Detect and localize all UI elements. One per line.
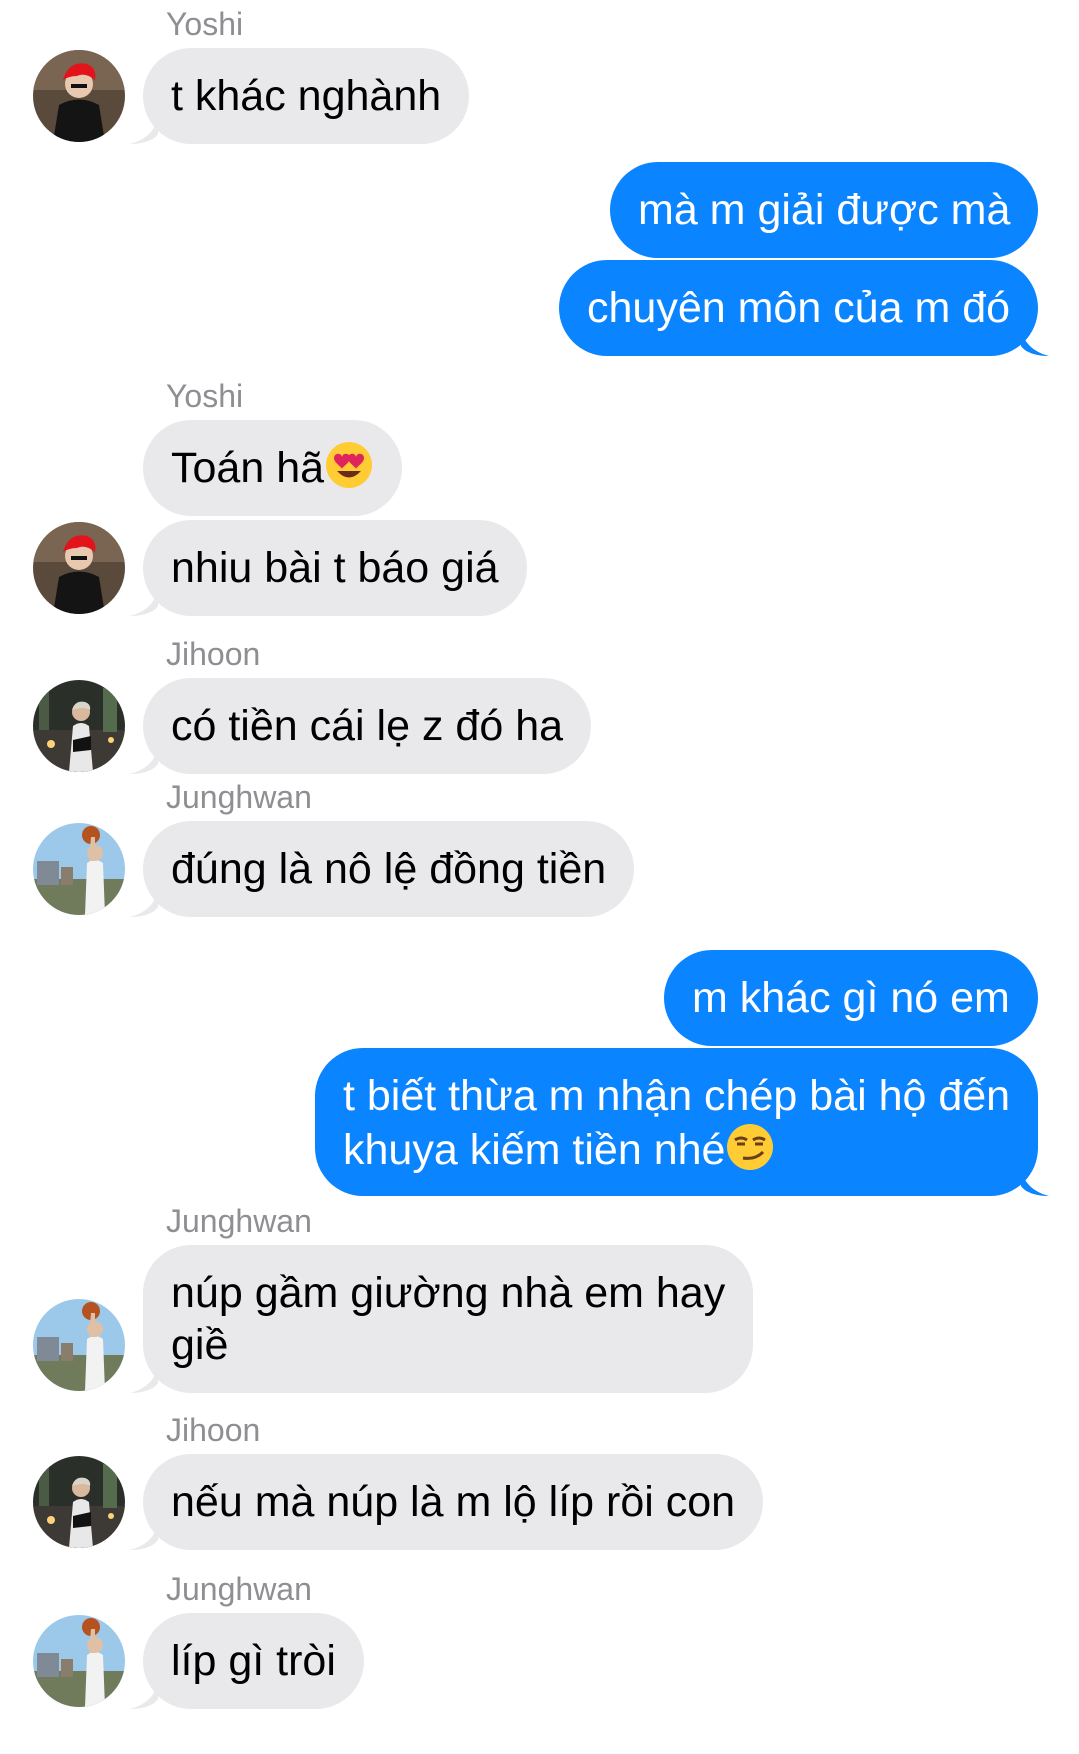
- bubble-tail: [130, 889, 158, 917]
- incoming-message-bubble[interactable]: nếu mà núp là m lộ líp rồi con: [143, 1454, 764, 1550]
- sender-name: Yoshi: [166, 378, 244, 414]
- avatar-image: [33, 823, 125, 915]
- message-text-line-2: giề: [171, 1321, 229, 1369]
- message-text-line-1: t biết thừa m nhận chép bài hộ đến: [343, 1072, 1011, 1120]
- bubble-tail: [130, 1365, 158, 1393]
- avatar-junghwan[interactable]: [33, 1615, 125, 1707]
- message-text: nhiu bài t báo giá: [171, 544, 499, 592]
- message-text: nếu mà núp là m lộ líp rồi con: [171, 1478, 736, 1526]
- sender-name: Junghwan: [166, 1571, 312, 1607]
- avatar-jihoon[interactable]: [33, 1456, 125, 1548]
- avatar-image: [33, 1615, 125, 1707]
- incoming-message-bubble[interactable]: líp gì tròi: [143, 1613, 364, 1709]
- outgoing-message-bubble[interactable]: mà m giải được mà: [610, 162, 1039, 258]
- avatar-junghwan[interactable]: [33, 823, 125, 915]
- avatar-jihoon[interactable]: [33, 680, 125, 772]
- incoming-message-bubble[interactable]: núp gầm giường nhà em hay giề: [143, 1245, 754, 1393]
- avatar-image: [33, 50, 125, 142]
- outgoing-message-bubble[interactable]: t biết thừa m nhận chép bài hộ đến khuya…: [315, 1048, 1039, 1196]
- incoming-message-bubble[interactable]: đúng là nô lệ đồng tiền: [143, 821, 635, 917]
- message-text-line-1: núp gầm giường nhà em hay: [171, 1269, 726, 1317]
- message-text: có tiền cái lẹ z đó ha: [171, 702, 564, 750]
- message-text: chuyên môn của m đó: [587, 284, 1011, 332]
- message-text-line-2: khuya kiếm tiền nhé: [343, 1122, 1010, 1176]
- message-text: t khác nghành: [171, 72, 442, 120]
- avatar-yoshi[interactable]: [33, 50, 125, 142]
- sender-name: Junghwan: [166, 1203, 312, 1239]
- incoming-message-bubble[interactable]: có tiền cái lẹ z đó ha: [143, 678, 592, 774]
- incoming-message-bubble[interactable]: nhiu bài t báo giá: [143, 520, 527, 616]
- message-text: m khác gì nó em: [692, 974, 1010, 1022]
- bubble-tail: [130, 1681, 158, 1709]
- outgoing-message-bubble[interactable]: chuyên môn của m đó: [559, 260, 1039, 356]
- message-text: líp gì tròi: [171, 1637, 336, 1685]
- message-text: Toán hã: [171, 444, 325, 492]
- sender-name: Junghwan: [166, 779, 312, 815]
- message-text: đúng là nô lệ đồng tiền: [171, 845, 607, 893]
- outgoing-message-bubble[interactable]: m khác gì nó em: [664, 950, 1038, 1046]
- sender-name: Jihoon: [166, 1412, 261, 1448]
- bubble-tail: [130, 588, 158, 616]
- avatar-yoshi[interactable]: [33, 522, 125, 614]
- avatar-image: [33, 1456, 125, 1548]
- smirk-emoji-icon: [727, 1124, 774, 1170]
- avatar-image: [33, 522, 125, 614]
- message-text: mà m giải được mà: [638, 186, 1011, 234]
- chat-thread: Yoshi t khác nghành mà m giải được mà ch…: [0, 0, 1079, 1754]
- bubble-tail: [130, 116, 158, 144]
- message-text: khuya kiếm tiền nhé: [343, 1126, 726, 1174]
- sender-name: Yoshi: [166, 6, 244, 42]
- avatar-junghwan[interactable]: [33, 1299, 125, 1391]
- bubble-tail: [130, 746, 158, 774]
- avatar-image: [33, 1299, 125, 1391]
- incoming-message-bubble[interactable]: Toán hã: [143, 420, 403, 516]
- bubble-tail: [130, 1522, 158, 1550]
- incoming-message-bubble[interactable]: t khác nghành: [143, 48, 470, 144]
- avatar-image: [33, 680, 125, 772]
- bubble-tail: [1021, 328, 1049, 356]
- bubble-tail: [1021, 1168, 1049, 1196]
- heart-eyes-emoji-icon: [326, 442, 373, 488]
- sender-name: Jihoon: [166, 636, 261, 672]
